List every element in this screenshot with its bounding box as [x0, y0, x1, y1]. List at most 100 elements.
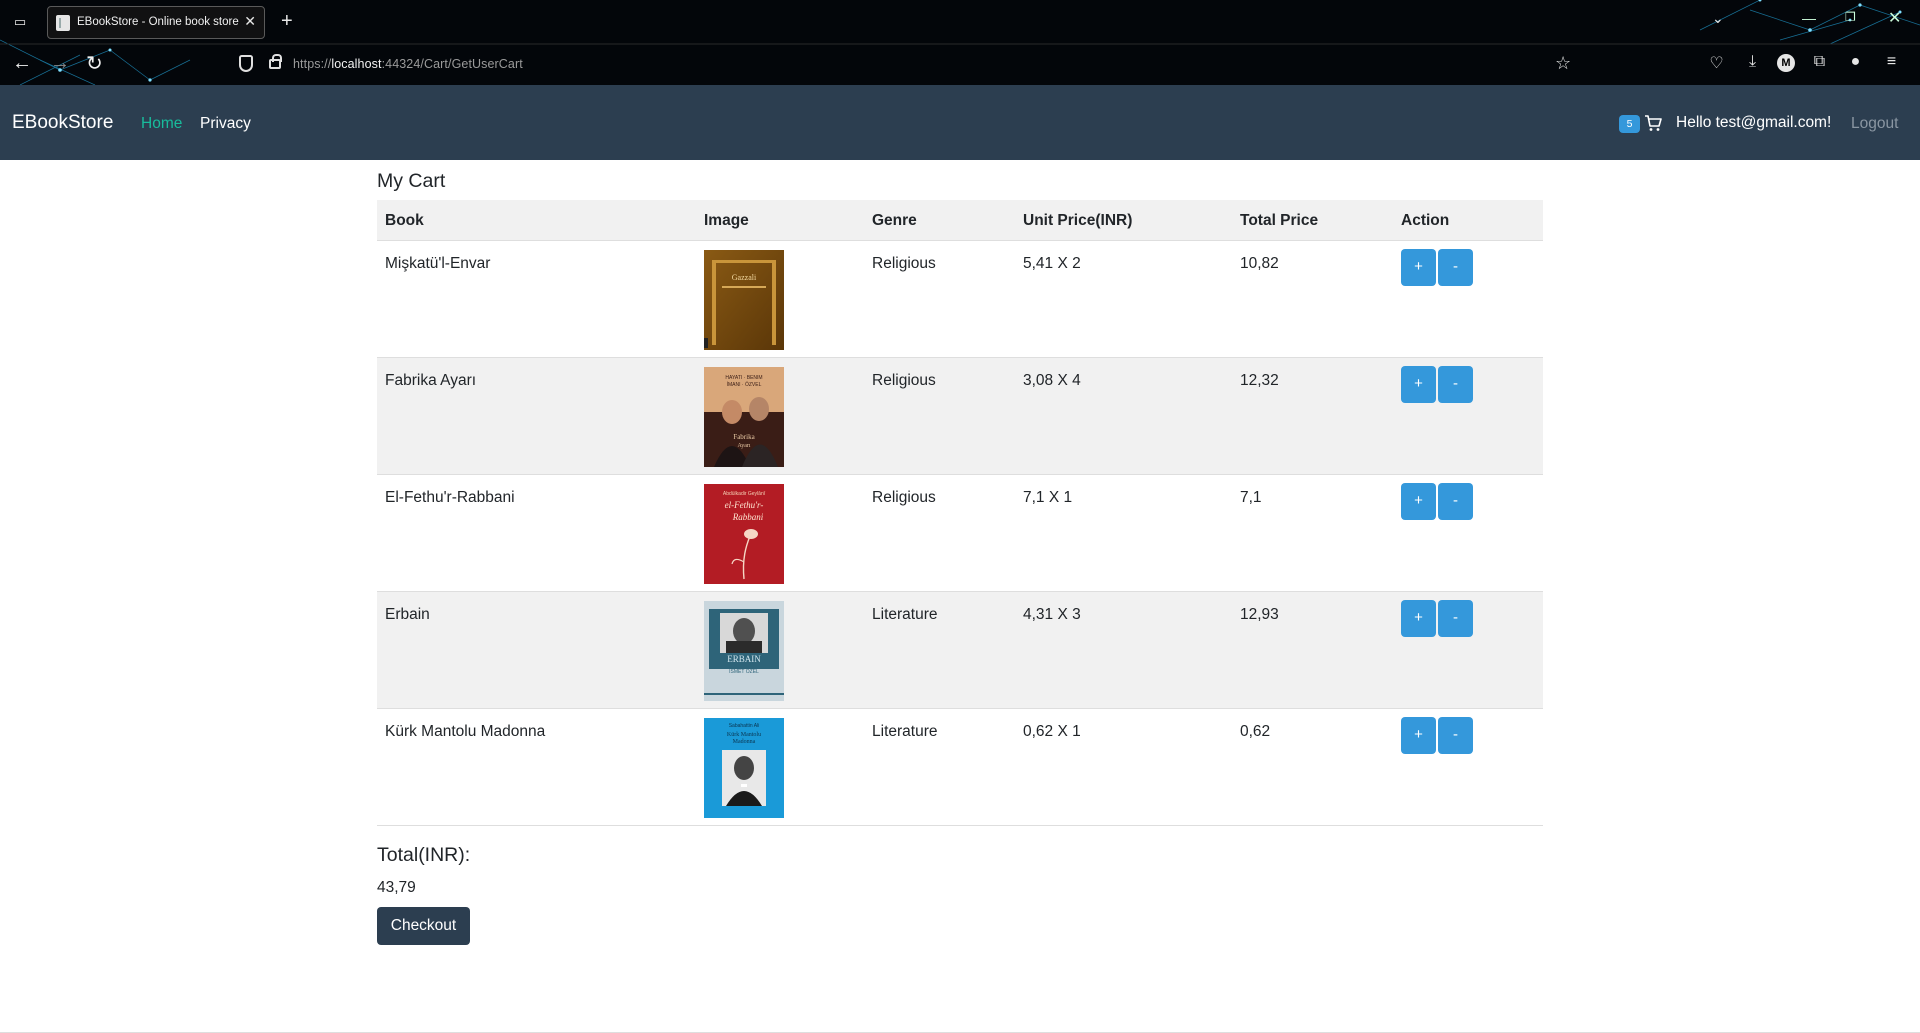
cover-text: HAYATI · BENIM	[725, 375, 762, 381]
table-header: Book Image Genre Unit Price(INR) Total P…	[377, 200, 1543, 241]
unit-price: 0,62 X 1	[1023, 723, 1081, 740]
extension-toolbar: ♡ ⤓ M ⧉ ● ≡	[1705, 53, 1903, 75]
book-title: El-Fethu'r-Rabbani	[385, 489, 515, 506]
close-window-icon[interactable]: ✕	[1888, 8, 1901, 28]
table-row: Mişkatü'l-Envar Gazzali Religious 5,41 X…	[377, 241, 1543, 358]
url-scheme: https://	[293, 57, 332, 71]
book-cover-image: Sabahattin Ali Kürk Mantolu Madonna	[704, 718, 784, 818]
page-title: My Cart	[377, 170, 446, 192]
decrease-quantity-button[interactable]: -	[1438, 366, 1473, 403]
nav-home-link[interactable]: Home	[141, 115, 182, 133]
column-header-total-price: Total Price	[1240, 212, 1319, 229]
cover-text: Abdülkadir Geylânî	[723, 491, 766, 497]
browser-toolbar: ← → ↻ https://localhost:44324/Cart/GetUs…	[0, 44, 1920, 85]
nav-privacy-link[interactable]: Privacy	[200, 115, 251, 133]
brand-link[interactable]: EBookStore	[12, 112, 113, 134]
cover-text: Rabbani	[732, 512, 764, 522]
checkout-button[interactable]: Checkout	[377, 907, 470, 945]
pocket-icon[interactable]: ♡	[1705, 53, 1728, 75]
table-row: Kürk Mantolu Madonna Sabahattin Ali Kürk…	[377, 709, 1543, 826]
column-header-genre: Genre	[872, 212, 917, 229]
table-row: Erbain ERBAIN İSMET ÖZEL Literature 4,31…	[377, 592, 1543, 709]
extension-blob-icon[interactable]: ●	[1844, 53, 1867, 75]
restore-window-icon[interactable]: ❐	[1845, 10, 1856, 24]
book-title: Kürk Mantolu Madonna	[385, 723, 546, 740]
puzzle-extensions-icon[interactable]: ⧉	[1808, 53, 1831, 75]
tab-close-icon[interactable]: ✕	[244, 13, 256, 30]
cover-text: Madonna	[733, 739, 756, 745]
logout-link[interactable]: Logout	[1851, 115, 1898, 133]
chevron-down-icon[interactable]: ⌄	[1712, 10, 1724, 27]
cover-text: ERBAIN	[727, 654, 761, 664]
unit-price: 3,08 X 4	[1023, 372, 1081, 389]
column-header-image: Image	[704, 212, 749, 229]
increase-quantity-button[interactable]: +	[1401, 249, 1436, 286]
column-header-unit-price: Unit Price(INR)	[1023, 212, 1133, 229]
shopping-cart-icon[interactable]	[1644, 114, 1662, 132]
cover-text: Sabahattin Ali	[729, 723, 760, 729]
book-title: Mişkatü'l-Envar	[385, 255, 491, 272]
tab-list-icon[interactable]: ▭	[10, 12, 30, 32]
book-title: Erbain	[385, 606, 430, 623]
book-cover-image: ERBAIN İSMET ÖZEL	[704, 601, 784, 701]
total-price: 7,1	[1240, 489, 1262, 506]
url-host: localhost	[331, 57, 382, 71]
tab-title: EBookStore - Online book store	[77, 16, 239, 28]
table-row: El-Fethu'r-Rabbani Abdülkadir Geylânî el…	[377, 475, 1543, 592]
book-cover-image: Abdülkadir Geylânî el-Fethu'r- Rabbani	[704, 484, 784, 584]
unit-price: 4,31 X 3	[1023, 606, 1081, 623]
total-price: 10,82	[1240, 255, 1279, 272]
cover-text: Kürk Mantolu	[727, 732, 761, 738]
increase-quantity-button[interactable]: +	[1401, 600, 1436, 637]
unit-price: 5,41 X 2	[1023, 255, 1081, 272]
book-cover-image: Gazzali	[704, 250, 784, 350]
download-icon[interactable]: ⤓	[1741, 53, 1764, 75]
genre: Religious	[872, 489, 936, 506]
cart-table: Book Image Genre Unit Price(INR) Total P…	[377, 200, 1543, 826]
address-bar[interactable]: https://localhost:44324/Cart/GetUserCart	[293, 57, 523, 71]
extension-m-icon[interactable]: M	[1777, 54, 1795, 72]
cart-count-badge[interactable]: 5	[1619, 115, 1640, 133]
unit-price: 7,1 X 1	[1023, 489, 1073, 506]
padlock-icon[interactable]	[269, 54, 282, 69]
site-navbar: EBookStore Home Privacy 5 Hello test@gma…	[0, 85, 1920, 160]
decrease-quantity-button[interactable]: -	[1438, 717, 1473, 754]
total-price: 12,93	[1240, 606, 1279, 623]
new-tab-button[interactable]: +	[281, 8, 293, 34]
book-cover-image: HAYATI · BENIM İMANI · ÖZVEL Fabrika Aya…	[704, 367, 784, 467]
user-greeting: Hello test@gmail.com!	[1676, 114, 1832, 131]
cover-text: İSMET ÖZEL	[729, 668, 759, 675]
bookmark-star-icon[interactable]: ☆	[1555, 53, 1571, 74]
reload-icon[interactable]: ↻	[86, 51, 103, 76]
url-path: :44324/Cart/GetUserCart	[381, 57, 523, 71]
cover-text: Gazzali	[732, 273, 757, 282]
genre: Religious	[872, 372, 936, 389]
cover-text: el-Fethu'r-	[725, 500, 764, 510]
increase-quantity-button[interactable]: +	[1401, 717, 1436, 754]
back-arrow-icon[interactable]: ←	[12, 52, 32, 75]
genre: Religious	[872, 255, 936, 272]
cover-text: İMANI · ÖZVEL	[727, 381, 762, 388]
tab-bar: ▭ EBookStore - Online book store ✕ + ⌄ —…	[0, 0, 1920, 44]
cover-text: Fabrika	[733, 433, 755, 441]
increase-quantity-button[interactable]: +	[1401, 366, 1436, 403]
tracking-shield-icon[interactable]	[239, 55, 253, 72]
minimize-window-icon[interactable]: —	[1802, 10, 1816, 26]
genre: Literature	[872, 723, 938, 740]
decrease-quantity-button[interactable]: -	[1438, 600, 1473, 637]
browser-chrome: ▭ EBookStore - Online book store ✕ + ⌄ —…	[0, 0, 1920, 85]
column-header-action: Action	[1401, 212, 1450, 229]
hamburger-menu-icon[interactable]: ≡	[1880, 53, 1903, 75]
decrease-quantity-button[interactable]: -	[1438, 483, 1473, 520]
forward-arrow-icon[interactable]: →	[50, 52, 70, 75]
table-row: Fabrika Ayarı HAYATI · BENIM İMANI · ÖZV…	[377, 358, 1543, 475]
increase-quantity-button[interactable]: +	[1401, 483, 1436, 520]
browser-tab-active[interactable]: EBookStore - Online book store ✕	[47, 6, 265, 39]
genre: Literature	[872, 606, 938, 623]
cover-text: Ayarı	[737, 443, 750, 449]
page-favicon-icon	[56, 15, 70, 31]
total-label: Total(INR):	[377, 844, 471, 866]
total-price: 0,62	[1240, 723, 1271, 740]
column-header-book: Book	[385, 212, 424, 229]
decrease-quantity-button[interactable]: -	[1438, 249, 1473, 286]
